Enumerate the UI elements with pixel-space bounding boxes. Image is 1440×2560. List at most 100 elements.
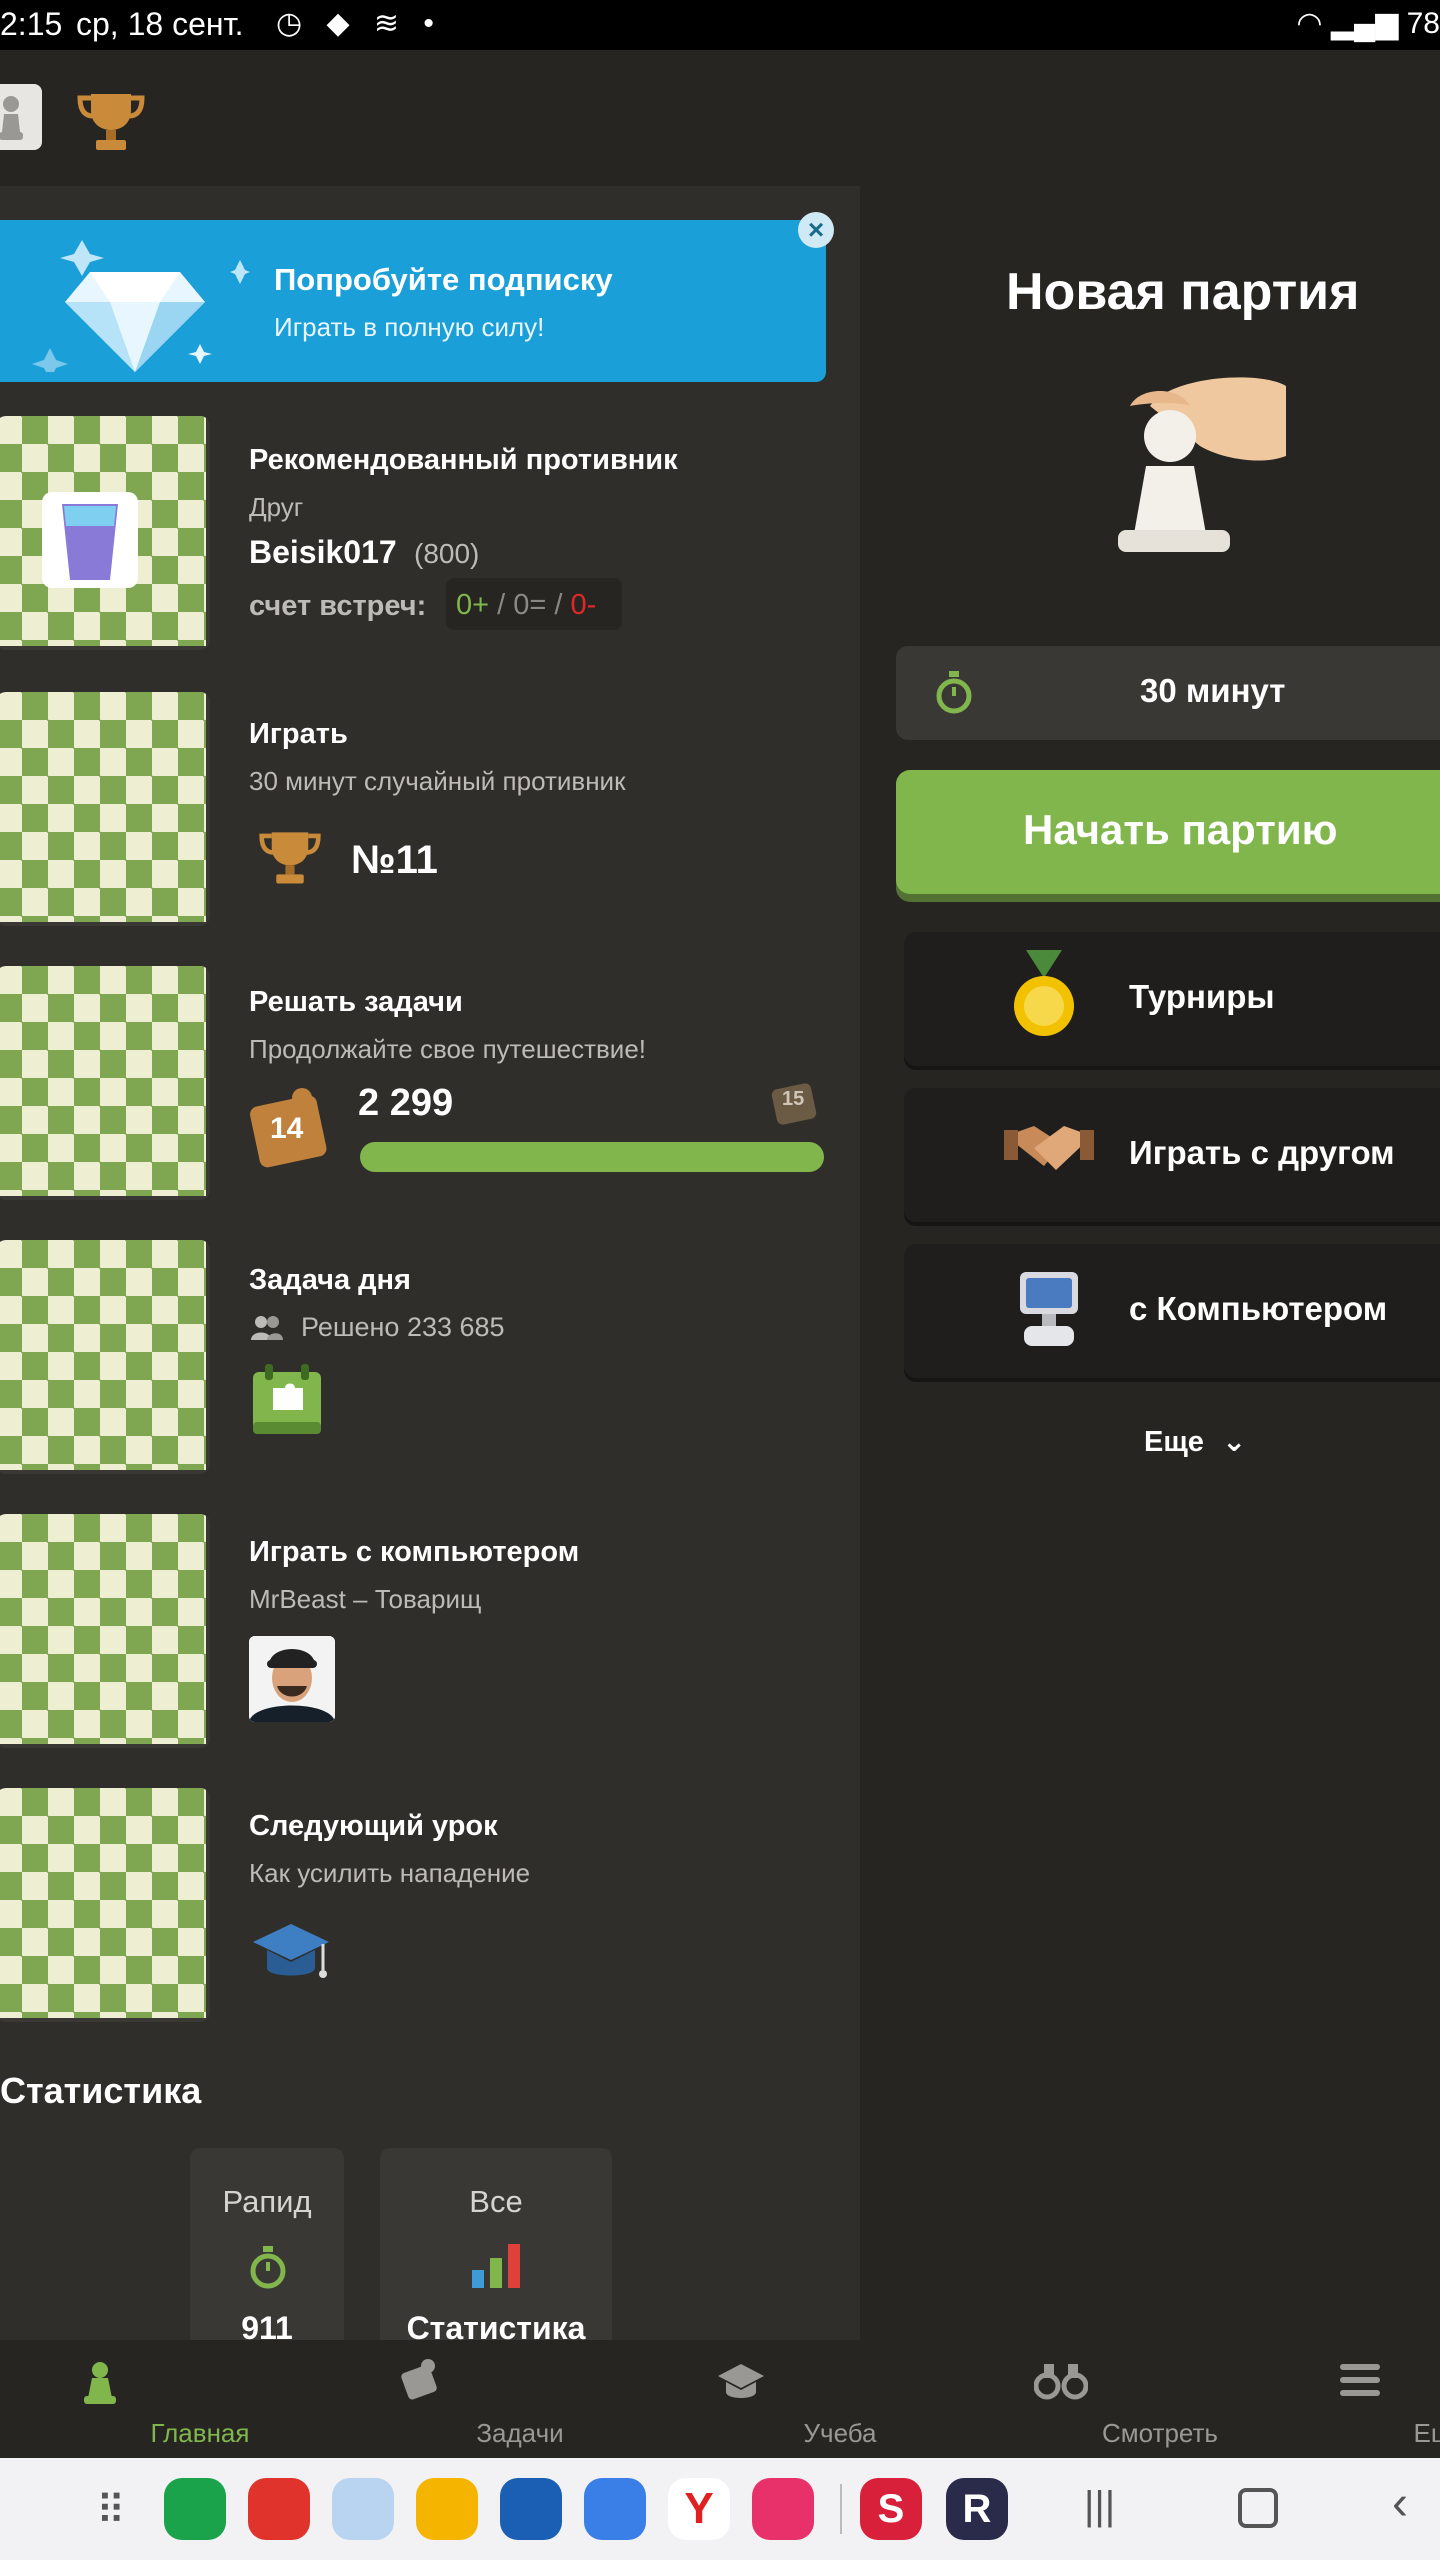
daily-board-thumbnail[interactable] — [0, 1240, 210, 1474]
close-icon: × — [807, 214, 825, 245]
diamond-icon — [32, 240, 250, 372]
wifi-icon: ◠ — [1296, 7, 1323, 40]
battery-level: 78 — [1406, 7, 1440, 40]
score-separator: / — [546, 589, 571, 621]
banner-subtitle: Играть в полную силу! — [274, 312, 545, 342]
daily-title[interactable]: Задача дня — [249, 1264, 411, 1297]
nav-watch[interactable]: Смотреть — [960, 2342, 1218, 2452]
nav-watch-label: Смотреть — [1102, 2418, 1218, 2448]
graduation-cap-icon — [253, 1924, 329, 1978]
lesson-title[interactable]: Следующий урок — [249, 1810, 498, 1843]
puzzles-title[interactable]: Решать задачи — [249, 986, 463, 1019]
score-separator: / — [489, 589, 514, 621]
home-button[interactable] — [1238, 2488, 1278, 2528]
start-game-label: Начать партию — [1023, 806, 1338, 853]
daily-solved-count: Решено 233 685 — [301, 1312, 505, 1342]
subscription-banner[interactable]: Попробуйте подписку Играть в полную силу… — [0, 220, 826, 382]
banner-title: Попробуйте подписку — [274, 262, 613, 297]
computer-title[interactable]: Играть с компьютером — [249, 1536, 579, 1569]
status-connectivity: ◠ ▂▄▆ 78 — [1296, 6, 1440, 41]
nav-more-label: Еще — [1413, 2418, 1440, 2448]
camera-app-icon[interactable] — [752, 2478, 814, 2540]
puzzle-progress-bar — [360, 1142, 824, 1172]
dock-divider — [840, 2484, 842, 2534]
rapid-stat-card[interactable]: Рапид 911 — [190, 2148, 344, 2348]
recommended-subtitle: Друг — [249, 492, 304, 522]
nav-learn[interactable]: Учеба — [640, 2342, 877, 2452]
nav-puzzles[interactable]: Задачи — [320, 2342, 564, 2452]
people-icon — [251, 1316, 283, 1340]
computer-board-thumbnail[interactable] — [0, 1514, 210, 1748]
handshake-icon — [1004, 1126, 1094, 1170]
play-subtitle: 30 минут случайный противник — [249, 766, 626, 796]
time-control-select[interactable]: 30 минут — [896, 646, 1440, 740]
r-app-icon[interactable]: R — [946, 2478, 1008, 2540]
yandex-app-icon[interactable]: Y — [668, 2478, 730, 2540]
rapid-label: Рапид — [222, 2184, 312, 2219]
trophy-icon[interactable] — [76, 88, 146, 154]
computer-icon — [1020, 1272, 1078, 1346]
pawn-icon — [0, 96, 23, 140]
pawn-in-hand-icon — [1118, 377, 1286, 552]
nav-home-label: Главная — [150, 2418, 250, 2448]
puzzle-level: 14 — [270, 1112, 304, 1145]
puzzles-subtitle: Продолжайте свое путешествие! — [249, 1034, 647, 1064]
recommended-title: Рекомендованный противник — [249, 444, 678, 476]
menu-icon — [1340, 2364, 1380, 2396]
play-computer-button[interactable]: с Компьютером — [904, 1244, 1440, 1378]
puzzle-piece-icon — [401, 2359, 437, 2400]
phone-app-icon[interactable] — [164, 2478, 226, 2540]
opponent-rating: (800) — [414, 538, 480, 569]
new-game-title: Новая партия — [1006, 263, 1360, 321]
ns-app-icon[interactable] — [332, 2478, 394, 2540]
play-title[interactable]: Играть — [249, 718, 348, 751]
score-losses: 0- — [570, 589, 597, 621]
all-stats-card[interactable]: Все Статистика — [380, 2148, 612, 2348]
app-drawer-icon[interactable]: ⠿ — [96, 2488, 125, 2534]
league-rank: №11 — [351, 838, 438, 882]
statistics-title: Статистика — [0, 2070, 202, 2111]
tournaments-button[interactable]: Турниры — [904, 932, 1440, 1066]
nav-home[interactable]: Главная — [0, 2342, 249, 2452]
opponent-name[interactable]: Beisik017 — [249, 534, 397, 571]
notes-app-icon[interactable] — [248, 2478, 310, 2540]
back-button[interactable]: ‹ — [1392, 2476, 1408, 2531]
profile-avatar[interactable] — [0, 84, 42, 150]
chevron-down-icon: ⌄ — [1222, 1426, 1247, 1458]
play-friend-label: Играть с другом — [1129, 1134, 1395, 1171]
more-options-label: Еще — [1144, 1426, 1204, 1458]
calendar-puzzle-icon — [253, 1364, 321, 1434]
bar-chart-icon — [472, 2244, 520, 2288]
status-date: ср, 18 сент. — [76, 6, 244, 42]
computer-subtitle: MrBeast – Товарищ — [249, 1584, 482, 1614]
pawn-icon — [84, 2362, 116, 2404]
books-app-icon[interactable] — [500, 2478, 562, 2540]
messages-app-icon[interactable] — [584, 2478, 646, 2540]
next-level: 15 — [782, 1088, 805, 1110]
lesson-board-thumbnail[interactable] — [0, 1788, 210, 2022]
more-options-button[interactable]: Еще ⌄ — [1144, 1424, 1246, 1459]
head-to-head-score: 0+ / 0= / 0- — [446, 578, 622, 630]
next-level-badge: 15 — [766, 1078, 822, 1128]
nav-learn-label: Учеба — [803, 2418, 877, 2448]
score-wins: 0+ — [456, 589, 490, 621]
score-label: счет встреч: — [249, 590, 427, 622]
start-game-button[interactable]: Начать партию — [896, 770, 1440, 894]
play-friend-button[interactable]: Играть с другом — [904, 1088, 1440, 1222]
medal-icon — [1014, 950, 1074, 1036]
puzzle-level-badge: 14 — [246, 1086, 334, 1170]
play-board-thumbnail[interactable] — [0, 692, 210, 926]
signal-icon: ▂▄▆ — [1330, 7, 1399, 40]
s-app-icon[interactable]: S — [860, 2478, 922, 2540]
lesson-subtitle: Как усилить нападение — [249, 1858, 531, 1888]
close-banner-button[interactable]: × — [798, 212, 834, 248]
graduation-cap-icon — [718, 2364, 764, 2398]
nav-more[interactable]: Еще — [1280, 2342, 1440, 2452]
recents-button[interactable]: ||| — [1084, 2484, 1115, 2529]
puzzle-rating: 2 299 — [358, 1082, 454, 1124]
recommended-board-thumbnail[interactable] — [0, 416, 210, 650]
puzzles-board-thumbnail[interactable] — [0, 966, 210, 1200]
files-app-icon[interactable] — [416, 2478, 478, 2540]
stopwatch-icon — [250, 2246, 286, 2289]
stopwatch-icon — [936, 671, 972, 714]
